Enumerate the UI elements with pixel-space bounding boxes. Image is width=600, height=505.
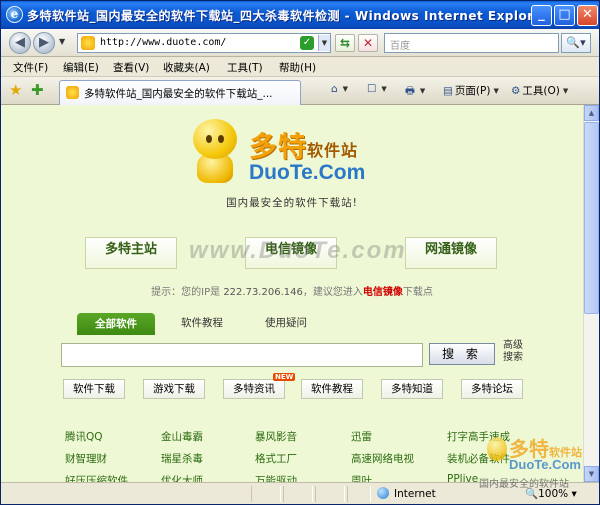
- corner-mascot-icon: [487, 437, 507, 461]
- software-link[interactable]: 格式工厂: [255, 451, 297, 466]
- back-button[interactable]: ◀: [9, 32, 31, 54]
- url-text[interactable]: http://www.duote.com/: [100, 37, 226, 48]
- logo-text-cn[interactable]: 多特软件站: [249, 125, 358, 165]
- tab-tutorials[interactable]: 软件教程: [181, 315, 223, 330]
- corner-watermark: 多特软件站 DuoTe.Com 国内最安全的软件站: [479, 437, 582, 490]
- history-dropdown-icon[interactable]: ▼: [59, 37, 65, 46]
- ip-address: 222.73.206.146: [223, 287, 303, 298]
- globe-icon: [377, 487, 389, 499]
- window-title: 多特软件站_国内最安全的软件下载站_四大杀毒软件检测 - Windows Int…: [27, 9, 549, 23]
- close-button[interactable]: ✕: [577, 5, 598, 26]
- tab-duote[interactable]: 多特软件站_国内最安全的软件下载站_...: [59, 80, 301, 105]
- browser-window: e 多特软件站_国内最安全的软件下载站_四大杀毒软件检测 - Windows I…: [0, 0, 600, 505]
- gear-icon: ⚙: [511, 85, 521, 97]
- menu-favorites[interactable]: 收藏夹(A): [163, 60, 210, 75]
- tab-faq[interactable]: 使用疑问: [265, 315, 307, 330]
- page-menu-button[interactable]: ▤ 页面(P) ▼: [443, 83, 499, 98]
- ip-tip: 提示：您的IP是 222.73.206.146，建议您进入电信镜像下载点: [151, 287, 433, 298]
- maximize-button[interactable]: □: [554, 5, 575, 26]
- search-input[interactable]: 百度: [384, 33, 559, 53]
- search-button[interactable]: 搜 索: [429, 343, 495, 365]
- tab-favicon-icon: [66, 86, 79, 99]
- scroll-thumb[interactable]: [584, 122, 599, 314]
- advanced-search-link[interactable]: 高级搜索: [503, 340, 527, 364]
- software-link[interactable]: 瑞星杀毒: [161, 451, 203, 466]
- new-badge: NEW: [273, 373, 296, 381]
- software-link[interactable]: 财智理财: [65, 451, 107, 466]
- software-link[interactable]: 好压压缩软件: [65, 473, 128, 482]
- home-button[interactable]: ⌂ ▼: [331, 83, 348, 95]
- menu-edit[interactable]: 编辑(E): [63, 60, 99, 75]
- menu-tools[interactable]: 工具(T): [227, 60, 263, 75]
- mirror-main-button[interactable]: 多特主站: [85, 237, 177, 269]
- quick-link-games[interactable]: 游戏下载: [143, 379, 205, 399]
- software-link[interactable]: 万能驱动: [255, 473, 297, 482]
- tip-mirror-link[interactable]: 电信镜像: [363, 287, 403, 298]
- software-link[interactable]: 金山毒霸: [161, 429, 203, 444]
- logo-text-en[interactable]: DuoTe.Com: [249, 161, 365, 185]
- quick-link-zhidao[interactable]: 多特知道: [381, 379, 443, 399]
- tools-menu-button[interactable]: ⚙ 工具(O) ▼: [511, 83, 568, 98]
- minimize-button[interactable]: _: [531, 5, 552, 26]
- feeds-button[interactable]: ☐ ▼: [367, 83, 387, 95]
- quick-link-news[interactable]: 多特资讯: [223, 379, 285, 399]
- feeds-icon: ☐: [367, 83, 377, 95]
- tab-all-software[interactable]: 全部软件: [77, 313, 155, 335]
- status-pane: [347, 486, 371, 502]
- refresh-button[interactable]: ⇆: [335, 34, 355, 52]
- vertical-scrollbar[interactable]: ▲ ▼: [583, 105, 599, 482]
- favorites-star-icon[interactable]: ★: [9, 82, 22, 98]
- scroll-up-icon[interactable]: ▲: [584, 105, 599, 121]
- software-link[interactable]: 暴风影音: [255, 429, 297, 444]
- security-zone[interactable]: Internet: [377, 487, 436, 500]
- page-icon: ▤: [443, 85, 453, 97]
- print-icon: 🖶: [405, 85, 415, 97]
- tab-label: 多特软件站_国内最安全的软件下载站_...: [84, 88, 273, 100]
- mirror-netcom-button[interactable]: 网通镜像: [405, 237, 497, 269]
- duote-mascot-icon: [189, 119, 241, 185]
- security-shield-icon[interactable]: ✓: [300, 36, 314, 50]
- page-content: 多特软件站 DuoTe.Com 国内最安全的软件下载站! 多特主站 电信镜像 网…: [1, 105, 583, 482]
- print-button[interactable]: 🖶 ▼: [405, 83, 425, 101]
- software-link[interactable]: 周叶: [351, 473, 372, 482]
- quick-link-forum[interactable]: 多特论坛: [461, 379, 523, 399]
- status-pane: [283, 486, 313, 502]
- stop-button[interactable]: ✕: [358, 34, 378, 52]
- menu-file[interactable]: 文件(F): [13, 60, 48, 75]
- address-bar: ◀ ▶ ▼ http://www.duote.com/ ✓ ▼ ⇆ ✕ 百度 🔍…: [1, 29, 599, 57]
- quick-link-tutorials[interactable]: 软件教程: [301, 379, 363, 399]
- title-bar: e 多特软件站_国内最安全的软件下载站_四大杀毒软件检测 - Windows I…: [1, 1, 599, 29]
- add-favorite-icon[interactable]: ✚: [31, 82, 44, 98]
- site-slogan: 国内最安全的软件下载站!: [226, 197, 358, 209]
- url-input[interactable]: http://www.duote.com/ ✓ ▼: [77, 33, 331, 53]
- software-link[interactable]: 迅雷: [351, 429, 372, 444]
- software-search-input[interactable]: [61, 343, 423, 367]
- software-link[interactable]: 高速网络电视: [351, 451, 414, 466]
- search-go-button[interactable]: 🔍▾: [561, 33, 591, 53]
- menu-bar: 文件(F) 编辑(E) 查看(V) 收藏夹(A) 工具(T) 帮助(H): [1, 57, 599, 77]
- forward-button[interactable]: ▶: [33, 32, 55, 54]
- software-link[interactable]: 优化大师: [161, 473, 203, 482]
- menu-view[interactable]: 查看(V): [113, 60, 149, 75]
- status-pane: [251, 486, 281, 502]
- software-link[interactable]: PPlive: [447, 473, 478, 482]
- site-favicon-icon: [81, 36, 95, 50]
- software-link[interactable]: 腾讯QQ: [65, 429, 103, 444]
- quick-link-software[interactable]: 软件下载: [63, 379, 125, 399]
- watermark: www.DuoTe.com: [189, 237, 407, 264]
- status-pane: [315, 486, 345, 502]
- tab-bar: ★ ✚ 多特软件站_国内最安全的软件下载站_... ⌂ ▼ ☐ ▼ 🖶 ▼ ▤ 页面(P…: [1, 77, 599, 105]
- menu-help[interactable]: 帮助(H): [279, 60, 316, 75]
- ie-logo-icon: e: [6, 6, 23, 23]
- home-icon: ⌂: [331, 83, 338, 95]
- url-dropdown-icon[interactable]: ▼: [318, 35, 330, 51]
